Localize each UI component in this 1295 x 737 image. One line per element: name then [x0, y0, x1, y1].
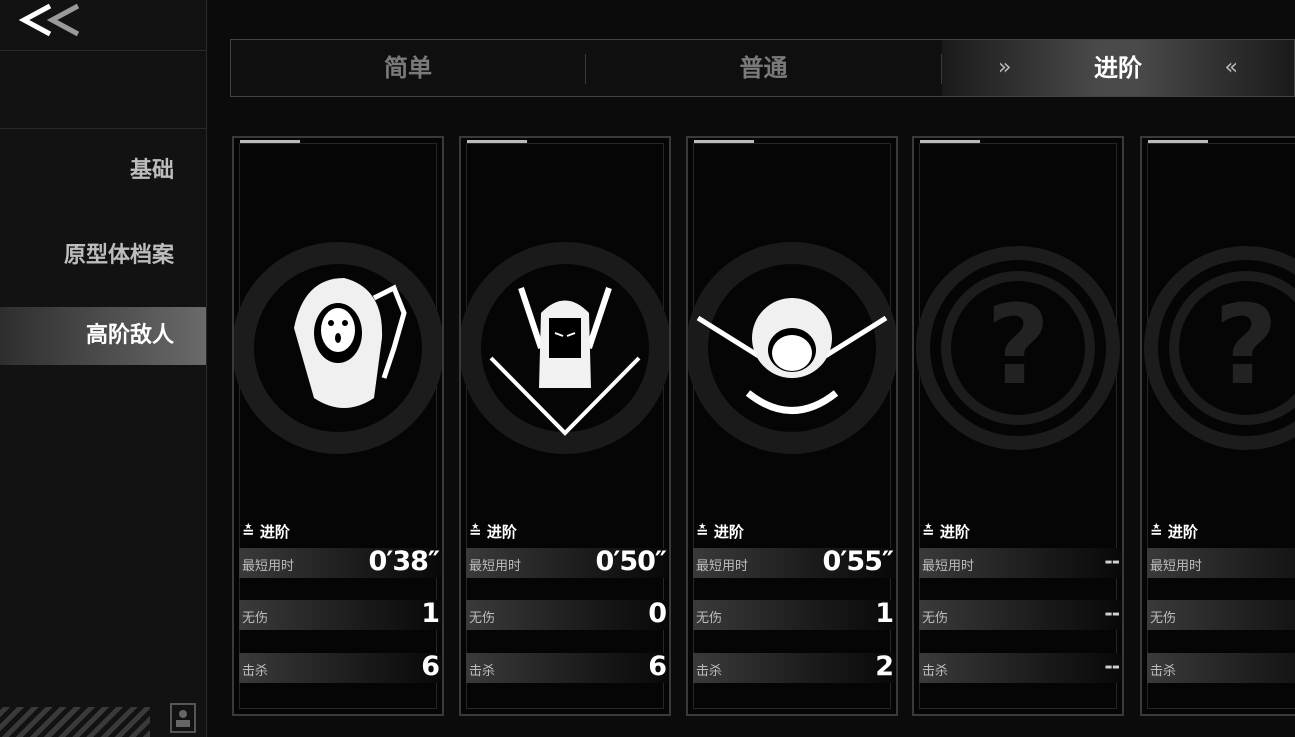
stat-row: 最短用时	[1147, 548, 1295, 578]
stat-value: 0′50″	[595, 546, 667, 577]
chevron-left-icon: «	[1224, 55, 1238, 80]
profile-icon[interactable]	[170, 703, 196, 733]
difficulty-label: ≛ 进阶	[242, 521, 290, 542]
stat-label: 无伤	[242, 611, 269, 626]
stat-value: 0′55″	[822, 546, 894, 577]
sidebar-item-prototype-archive[interactable]: 原型体档案	[64, 237, 174, 269]
enemy-card[interactable]: ? ≛ 进阶最短用时 -- 无伤 -- 击杀 --	[912, 136, 1124, 716]
stat-row: 无伤 1	[693, 598, 896, 630]
svg-text:?: ?	[986, 281, 1050, 409]
stat-row: 无伤 --	[919, 600, 1122, 630]
sidebar-item-advanced-enemies[interactable]: 高阶敌人	[0, 307, 206, 365]
chevron-down-icon: ≛	[922, 523, 935, 541]
chevron-down-icon: ≛	[696, 523, 709, 541]
stat-label: 最短用时	[922, 559, 975, 574]
stat-row: 最短用时 0′55″	[693, 546, 896, 578]
difficulty-label-text: 进阶	[1167, 523, 1198, 541]
stat-label: 无伤	[922, 611, 949, 626]
card-top-accent	[694, 140, 754, 143]
difficulty-label: ≛ 进阶	[696, 521, 744, 542]
stat-label: 无伤	[469, 611, 496, 626]
stat-label: 无伤	[696, 611, 723, 626]
divider	[0, 50, 206, 51]
stat-row: 最短用时 0′50″	[466, 546, 669, 578]
enemy-card[interactable]: ≛ 进阶最短用时 0′38″ 无伤 1 击杀 6	[232, 136, 444, 716]
card-top-accent	[920, 140, 980, 143]
stat-value: 6	[421, 651, 440, 682]
stat-row: 击杀 --	[919, 653, 1122, 683]
enemy-card[interactable]: ≛ 进阶最短用时 0′55″ 无伤 1 击杀 2	[686, 136, 898, 716]
stat-value: 0	[648, 598, 667, 629]
stat-label: 击杀	[242, 664, 269, 679]
sidebar: 基础 原型体档案 高阶敌人	[0, 0, 207, 737]
stat-value: 1	[421, 598, 440, 629]
stat-value: --	[1104, 549, 1120, 573]
stat-row: 击杀	[1147, 653, 1295, 683]
stat-row: 无伤 1	[239, 598, 442, 630]
stat-row: 击杀 6	[466, 651, 669, 683]
chevron-down-icon: ≛	[1150, 523, 1163, 541]
svg-text:?: ?	[1214, 281, 1278, 409]
stat-row: 无伤	[1147, 600, 1295, 630]
stat-value: --	[1104, 601, 1120, 625]
tab-normal[interactable]: 普通	[586, 40, 941, 96]
chevron-down-icon: ≛	[242, 523, 255, 541]
stat-label: 击杀	[469, 664, 496, 679]
difficulty-label-text: 进阶	[713, 523, 744, 541]
stat-label: 无伤	[1150, 611, 1177, 626]
card-top-accent	[1148, 140, 1208, 143]
enemy-card[interactable]: ? ≛ 进阶最短用时无伤击杀	[1140, 136, 1295, 716]
stat-label: 最短用时	[696, 559, 749, 574]
tab-advanced-label: 进阶	[1094, 54, 1142, 82]
enemy-card[interactable]: ≛ 进阶最短用时 0′50″ 无伤 0 击杀 6	[459, 136, 671, 716]
difficulty-label-text: 进阶	[259, 523, 290, 541]
stat-label: 击杀	[922, 664, 949, 679]
stat-row: 最短用时 --	[919, 548, 1122, 578]
difficulty-label: ≛ 进阶	[1150, 521, 1198, 542]
difficulty-label: ≛ 进阶	[922, 521, 970, 542]
difficulty-tabs: 简单 普通 » 进阶 «	[230, 39, 1295, 97]
stat-label: 击杀	[1150, 664, 1177, 679]
stat-row: 最短用时 0′38″	[239, 546, 442, 578]
stat-value: --	[1104, 654, 1120, 678]
tab-easy[interactable]: 简单	[231, 40, 585, 96]
stat-label: 最短用时	[469, 559, 522, 574]
hazard-stripe-decoration	[0, 707, 150, 737]
tab-advanced[interactable]: » 进阶 «	[942, 40, 1294, 96]
stat-row: 击杀 6	[239, 651, 442, 683]
chevron-right-icon: »	[998, 55, 1012, 80]
card-top-accent	[240, 140, 300, 143]
card-top-accent	[467, 140, 527, 143]
sidebar-item-basics[interactable]: 基础	[130, 152, 174, 184]
back-button[interactable]	[0, 0, 112, 46]
stat-row: 击杀 2	[693, 651, 896, 683]
stat-value: 6	[648, 651, 667, 682]
double-chevron-left-icon	[18, 3, 80, 37]
stat-value: 2	[875, 651, 894, 682]
stat-label: 最短用时	[242, 559, 295, 574]
stat-label: 最短用时	[1150, 559, 1203, 574]
chevron-down-icon: ≛	[469, 523, 482, 541]
difficulty-label-text: 进阶	[939, 523, 970, 541]
stat-label: 击杀	[696, 664, 723, 679]
stat-value: 1	[875, 598, 894, 629]
difficulty-label: ≛ 进阶	[469, 521, 517, 542]
stat-value: 0′38″	[368, 546, 440, 577]
stat-row: 无伤 0	[466, 598, 669, 630]
divider	[0, 128, 206, 129]
difficulty-label-text: 进阶	[486, 523, 517, 541]
